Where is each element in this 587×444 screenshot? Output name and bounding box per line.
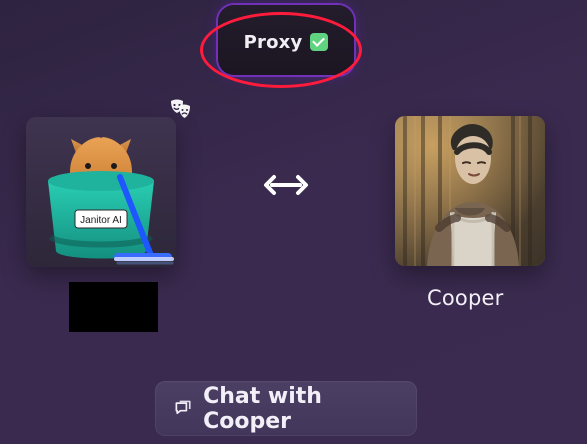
chat-bubble-icon xyxy=(175,400,191,414)
annotation-highlight-ellipse xyxy=(200,12,362,88)
janitor-ai-badge-text: Janitor AI xyxy=(80,215,122,226)
right-character-avatar[interactable] xyxy=(395,116,545,266)
left-character-name-redaction xyxy=(69,282,158,332)
janitor-dog-illustration: Janitor AI xyxy=(26,117,176,267)
double-arrow-icon xyxy=(264,175,308,195)
mask-icon[interactable] xyxy=(169,97,193,119)
left-character-avatar[interactable]: Janitor AI xyxy=(26,117,176,267)
chat-with-cooper-button[interactable]: Chat with Cooper xyxy=(155,381,417,436)
chat-button-label: Chat with Cooper xyxy=(203,383,322,434)
right-character-name: Cooper xyxy=(427,286,504,310)
cooper-portrait-illustration xyxy=(395,116,545,266)
